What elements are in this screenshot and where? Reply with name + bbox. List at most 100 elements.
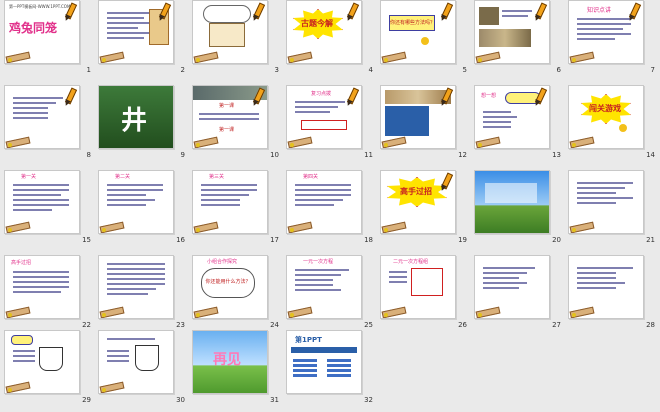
slide-thumbnail[interactable]: 一元一次方程 25 xyxy=(282,255,375,337)
ruler-icon xyxy=(569,221,643,233)
slide-thumbnail[interactable]: 第一课 第一课 10 xyxy=(188,85,281,167)
slide-heading: 小组合作探究 xyxy=(207,259,238,265)
slide-number: 16 xyxy=(176,236,185,244)
slide-number: 9 xyxy=(180,151,185,159)
slide-text-block xyxy=(483,108,523,131)
slide-number: 8 xyxy=(86,151,91,159)
slide-thumbnail[interactable]: 小组合作探究 你还能用什么方法？ 24 xyxy=(188,255,281,337)
slide-number: 32 xyxy=(364,396,373,404)
slide-glyph: 井 xyxy=(121,106,148,136)
slide-thumbnail[interactable]: 第一关 15 xyxy=(0,170,93,252)
slide-heading: 知识点讲 xyxy=(587,7,612,14)
slide-thumbnail[interactable]: 12 xyxy=(376,85,469,167)
slide-thumbnail[interactable]: 知识点讲 7 xyxy=(564,0,657,82)
link-list xyxy=(327,357,351,379)
slide-banner: 再见 xyxy=(213,352,241,368)
photo-image xyxy=(479,7,499,25)
slide-caption: 你还有哪些方法吗？ xyxy=(390,20,436,26)
slide-thumbnail[interactable]: 27 xyxy=(470,255,563,337)
pencil-icon xyxy=(62,87,78,108)
slide-thumbnail[interactable]: 想一想 13 xyxy=(470,85,563,167)
slide-number: 10 xyxy=(270,151,279,159)
slide-thumbnail[interactable]: 21 xyxy=(564,170,657,252)
slide-thumbnail[interactable]: 2 xyxy=(94,0,187,82)
slide-number: 15 xyxy=(82,236,91,244)
slide-thumbnail[interactable]: 第四关 18 xyxy=(282,170,375,252)
slide-number: 5 xyxy=(462,66,467,74)
slide-heading: 二元一次方程组 xyxy=(393,259,429,265)
banner-strip xyxy=(291,347,357,353)
slide-banner: 高手过招 xyxy=(400,187,432,196)
slide-text-block xyxy=(577,179,633,207)
photo-image: 井 xyxy=(98,85,174,149)
slide-number: 2 xyxy=(180,66,185,74)
slide-number: 20 xyxy=(552,236,561,244)
ruler-icon xyxy=(193,306,267,318)
pencil-icon xyxy=(156,2,172,23)
slide-thumbnail[interactable]: 第三关 17 xyxy=(188,170,281,252)
pencil-icon xyxy=(532,87,548,108)
ruler-icon xyxy=(99,381,173,393)
ruler-icon xyxy=(5,306,79,318)
chick-icon xyxy=(619,124,627,132)
slide-caption: 你还能用什么方法？ xyxy=(205,279,251,285)
cloud-shape xyxy=(203,5,251,23)
slide-thumbnail[interactable]: 再见 31 xyxy=(188,330,281,412)
slide-text-block xyxy=(295,266,349,294)
slide-number: 12 xyxy=(458,151,467,159)
slide-thumbnail[interactable]: 第1PPT 32 xyxy=(282,330,375,412)
landscape-image xyxy=(474,170,550,234)
ruler-icon xyxy=(5,136,79,148)
slide-text-block xyxy=(107,260,165,298)
cup-image xyxy=(135,345,159,371)
slide-thumbnail[interactable]: 井 9 xyxy=(94,85,187,167)
slide-thumbnail[interactable]: 29 xyxy=(0,330,93,412)
slide-thumbnail[interactable]: 8 xyxy=(0,85,93,167)
ruler-icon xyxy=(287,306,361,318)
slide-number: 17 xyxy=(270,236,279,244)
pencil-icon xyxy=(626,2,642,23)
slide-thumbnail[interactable]: 第二关 16 xyxy=(94,170,187,252)
ruler-icon xyxy=(99,51,173,63)
slide-text-block xyxy=(295,98,345,116)
slide-text-block xyxy=(13,181,69,214)
slide-thumbnail[interactable]: 高手过招 22 xyxy=(0,255,93,337)
slide-heading: 高手过招 xyxy=(11,260,32,266)
slide-thumbnail[interactable]: 复习点拨 11 xyxy=(282,85,375,167)
ruler-icon xyxy=(381,51,455,63)
slide-text-block xyxy=(502,7,532,20)
slide-thumbnail[interactable]: 30 xyxy=(94,330,187,412)
slide-text-block xyxy=(199,110,259,123)
slide-thumbnail[interactable]: 20 xyxy=(470,170,563,252)
ruler-icon xyxy=(287,221,361,233)
ruler-icon xyxy=(5,51,79,63)
slide-sorter-grid: 第一PPT模板网-WWW.1PPT.COM 鸡兔同笼 1 2 3 古题今解 4 … xyxy=(0,0,660,410)
slide-thumbnail[interactable]: 3 xyxy=(188,0,281,82)
slide-number: 19 xyxy=(458,236,467,244)
slide-text-block xyxy=(483,264,535,292)
slide-thumbnail[interactable]: 28 xyxy=(564,255,657,337)
text-overlay xyxy=(485,183,537,203)
slide-thumbnail[interactable]: 第一PPT模板网-WWW.1PPT.COM 鸡兔同笼 1 xyxy=(0,0,93,82)
slide-thumbnail[interactable]: 闯关游戏 14 xyxy=(564,85,657,167)
ruler-icon xyxy=(5,221,79,233)
slide-text-block xyxy=(107,9,151,42)
ruler-icon xyxy=(193,136,267,148)
slide-thumbnail[interactable]: 你还有哪些方法吗？ 5 xyxy=(376,0,469,82)
slide-heading: 第一课 xyxy=(219,103,235,109)
ruler-icon xyxy=(569,51,643,63)
ruler-icon xyxy=(381,136,455,148)
slide-thumbnail[interactable]: 23 xyxy=(94,255,187,337)
ruler-icon xyxy=(287,136,361,148)
slide-number: 4 xyxy=(368,66,373,74)
slide-thumbnail[interactable]: 6 xyxy=(470,0,563,82)
slide-number: 23 xyxy=(176,321,185,329)
slide-heading: 第三关 xyxy=(209,174,225,180)
slide-text-block xyxy=(13,268,69,296)
slide-heading: 想一想 xyxy=(481,93,497,99)
slide-thumbnail[interactable]: 古题今解 4 xyxy=(282,0,375,82)
slide-thumbnail[interactable]: 二元一次方程组 26 xyxy=(376,255,469,337)
slide-heading: 复习点拨 xyxy=(311,91,332,97)
ruler-icon xyxy=(193,221,267,233)
slide-thumbnail[interactable]: 高手过招 19 xyxy=(376,170,469,252)
